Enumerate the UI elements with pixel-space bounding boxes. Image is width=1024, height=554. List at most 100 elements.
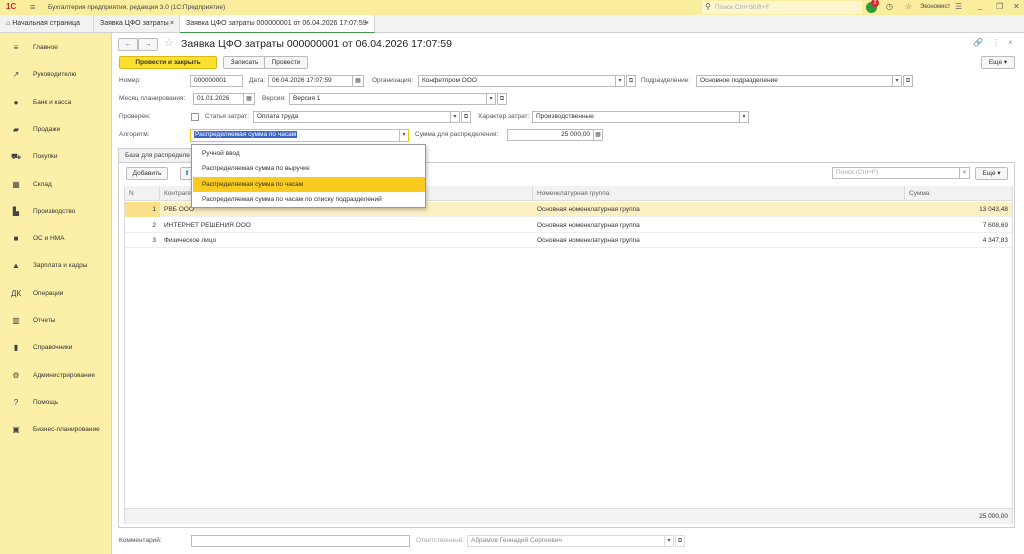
cost-item-field[interactable]: Оплата труда [253, 111, 451, 123]
sidebar-item[interactable]: ▥ Отчеты [0, 312, 112, 330]
column-header-sum[interactable]: Сумма [905, 186, 1012, 201]
open-icon[interactable]: ⧉ [497, 93, 507, 105]
dropdown-option[interactable]: Распределяемая сумма по часам по списку … [193, 192, 425, 207]
global-search-input[interactable]: ⚲ Поиск Ctrl+Shift+F [702, 1, 862, 14]
link-icon[interactable]: 🔗 [973, 38, 983, 47]
clear-search-icon[interactable]: × [959, 167, 970, 179]
sidebar-item-label: ОС и НМА [33, 235, 65, 243]
algorithm-label: Алгоритм: [119, 131, 150, 138]
more-actions-icon[interactable]: ⋮ [992, 38, 1000, 47]
tab-bar: ⌂ Начальная страница Заявка ЦФО затраты ×… [0, 15, 1024, 33]
calendar-icon[interactable]: ▦ [352, 75, 364, 87]
post-button[interactable]: Провести [264, 56, 308, 69]
sidebar-item[interactable]: ● Банк и касса [0, 94, 112, 112]
sidebar-item[interactable]: ▦ Склад [0, 176, 112, 194]
table-row[interactable]: 2 ИНТЕРНЕТ РЕШЕНИЯ ООО Основная номенкла… [125, 218, 1012, 233]
open-icon[interactable]: ⧉ [903, 75, 913, 87]
close-window-icon[interactable]: ✕ [1013, 2, 1020, 11]
history-icon[interactable]: ◷ [886, 2, 893, 11]
settings-menu-icon[interactable]: ☰ [955, 2, 962, 11]
date-label: Дата: [249, 77, 266, 84]
table-more-button[interactable]: Еще ▾ [975, 167, 1008, 180]
algorithm-dropdown: Ручной ввод Распределяемая сумма по выруч… [191, 144, 426, 208]
open-icon[interactable]: ⧉ [626, 75, 636, 87]
sidebar-item-label: Производство [33, 207, 76, 215]
checked-checkbox[interactable] [191, 113, 199, 121]
close-form-icon[interactable]: × [1008, 38, 1013, 47]
comment-field[interactable] [191, 535, 410, 547]
cost-nature-field[interactable]: Производственные [532, 111, 740, 123]
sidebar-item[interactable]: ? Помощь [0, 394, 112, 412]
tab-request-document[interactable]: Заявка ЦФО затраты 000000001 от 06.04.20… [180, 15, 375, 33]
comment-label: Комментарий: [119, 537, 162, 544]
sidebar-item[interactable]: ▲ Зарплата и кадры [0, 257, 112, 275]
dropdown-option[interactable]: Ручной ввод [193, 146, 425, 161]
cell-sum: 7 608,69 [982, 221, 1008, 229]
dropdown-arrow-icon[interactable]: ▾ [399, 129, 409, 142]
dropdown-option[interactable]: Распределяемая сумма по часам [193, 176, 425, 192]
sidebar-item[interactable]: ⚙ Администрирование [0, 367, 112, 385]
sidebar-item-label: Банк и касса [33, 98, 72, 106]
tab-requests-list[interactable]: Заявка ЦФО затраты × [94, 15, 180, 33]
cell-n: 2 [152, 221, 156, 229]
sidebar-item-label: Продажи [33, 125, 61, 133]
minimize-icon[interactable]: _ [978, 1, 982, 10]
column-header-group[interactable]: Номенклатурная группа [533, 186, 905, 201]
calendar-icon[interactable]: ▦ [243, 93, 255, 105]
table-row[interactable]: 3 Физическое лицо Основная номенклатурна… [125, 233, 1012, 248]
sidebar-item[interactable]: ■ ОС и НМА [0, 230, 112, 248]
cost-item-label: Статья затрат: [205, 113, 250, 120]
add-button[interactable]: Добавить [126, 167, 168, 180]
post-and-close-button[interactable]: Провести и закрыть [119, 56, 217, 69]
sidebar-item-label: Операции [33, 289, 64, 297]
open-icon[interactable]: ⧉ [675, 535, 685, 547]
sum-field[interactable]: 25 000,00 [507, 129, 594, 141]
calculator-icon[interactable]: ▦ [593, 129, 603, 141]
cell-contractor: ИНТЕРНЕТ РЕШЕНИЯ ООО [164, 221, 251, 229]
department-label: Подразделение: [641, 77, 691, 84]
restore-icon[interactable]: ❐ [996, 2, 1003, 11]
open-icon[interactable]: ⧉ [461, 111, 471, 123]
responsible-label: Ответственный: [416, 537, 465, 544]
organization-field[interactable]: Конфетпром ООО [418, 75, 616, 87]
cell-n: 3 [152, 237, 156, 244]
algorithm-field[interactable]: Распределяемая сумма по часам [190, 129, 400, 142]
department-field[interactable]: Основное подразделение [696, 75, 893, 87]
sidebar-item[interactable]: ДК Операции [0, 285, 112, 303]
sidebar-item[interactable]: ↗ Руководителю [0, 66, 112, 84]
version-field[interactable]: Версия 1 [289, 93, 487, 105]
close-tab-icon[interactable]: × [365, 15, 369, 33]
dropdown-option[interactable]: Распределяемая сумма по выручке [193, 161, 425, 176]
main-menu-icon[interactable]: ≡ [30, 2, 35, 12]
table-search-input[interactable]: Поиск (Ctrl+F) [832, 167, 960, 179]
sidebar-item[interactable]: ⛟ Покупки [0, 148, 112, 166]
user-name[interactable]: Экономист [920, 4, 950, 10]
forward-button[interactable]: → [138, 38, 158, 51]
dropdown-arrow-icon[interactable]: ▾ [892, 75, 902, 87]
date-field[interactable]: 06.04.2026 17:07:59 [268, 75, 353, 87]
responsible-field[interactable]: Абрамов Геннадий Сергеевич [467, 535, 665, 547]
save-button[interactable]: Записать [223, 56, 266, 69]
sidebar-item-label: Главное [33, 44, 58, 51]
dropdown-arrow-icon[interactable]: ▾ [739, 111, 749, 123]
sidebar-item[interactable]: ▣ Бизнес-планирование [0, 421, 112, 439]
sidebar-item[interactable]: ▙ Производство [0, 203, 112, 221]
sidebar-item[interactable]: ▮ Справочники [0, 339, 112, 357]
dropdown-arrow-icon[interactable]: ▾ [664, 535, 674, 547]
dropdown-arrow-icon[interactable]: ▾ [486, 93, 496, 105]
column-header-n[interactable]: N [125, 186, 160, 201]
number-field[interactable]: 000000001 [190, 75, 243, 87]
sidebar-item[interactable]: ▰ Продажи [0, 121, 112, 139]
close-tab-icon[interactable]: × [170, 15, 174, 33]
notifications-icon[interactable]: 2 [866, 0, 879, 13]
dropdown-arrow-icon[interactable]: ▾ [615, 75, 625, 87]
favorites-icon[interactable]: ☆ [905, 2, 912, 11]
favorite-star-icon[interactable]: ☆ [164, 36, 174, 49]
month-field[interactable]: 01.01.2026 [193, 93, 244, 105]
more-button[interactable]: Еще ▾ [981, 56, 1015, 69]
cell-group: Основная номенклатурная группа [537, 206, 640, 213]
sidebar-item[interactable]: ≡ Главное [0, 39, 112, 57]
dropdown-arrow-icon[interactable]: ▾ [450, 111, 460, 123]
back-button[interactable]: ← [118, 38, 138, 51]
tab-home[interactable]: ⌂ Начальная страница [0, 15, 94, 33]
